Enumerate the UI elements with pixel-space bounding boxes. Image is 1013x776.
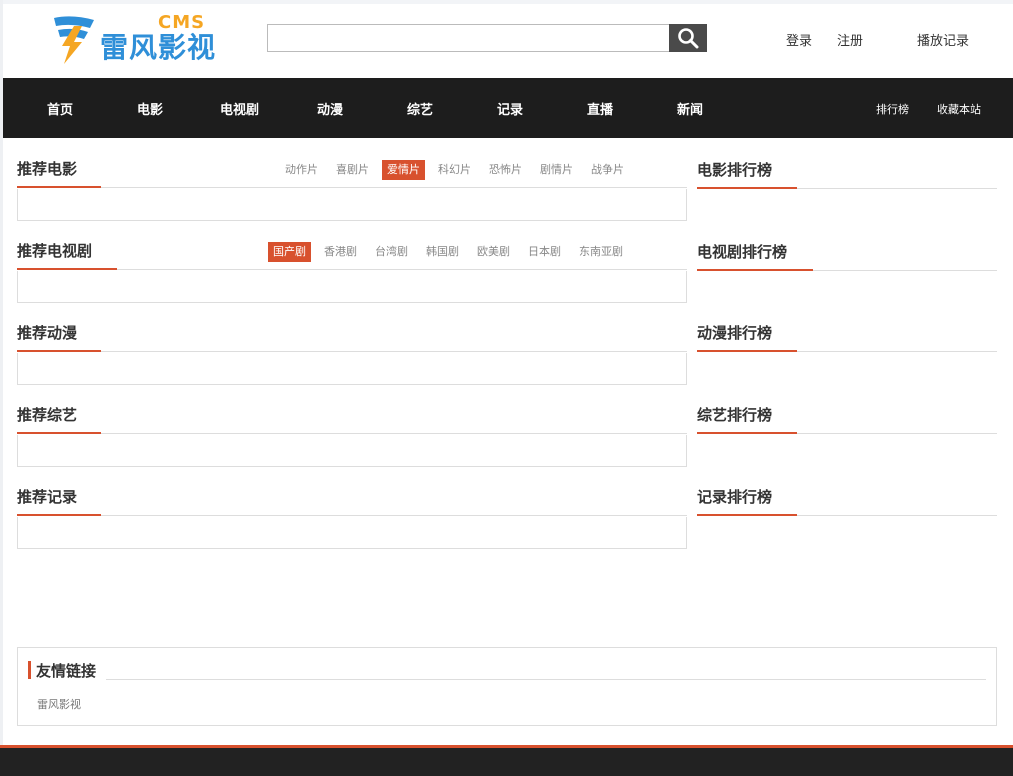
site-logo[interactable]: CMS 雷风影视 xyxy=(52,12,232,68)
friend-links-panel: 友情链接 雷风影视 xyxy=(17,647,997,726)
title-underline xyxy=(17,514,101,516)
footer xyxy=(0,745,1013,776)
tab-romance[interactable]: 爱情片 xyxy=(382,160,425,180)
section-title: 推荐动漫 xyxy=(17,324,78,342)
nav-item-home[interactable]: 首页 xyxy=(47,99,73,118)
play-history-link[interactable]: 播放记录 xyxy=(917,30,969,49)
logo-name-text: 雷风影视 xyxy=(100,31,217,64)
friend-link[interactable]: 雷风影视 xyxy=(37,696,81,712)
rank-title: 综艺排行榜 xyxy=(697,406,773,424)
lightning-logo-icon xyxy=(54,16,94,64)
tab-hongkong[interactable]: 香港剧 xyxy=(319,242,362,262)
nav-item-news[interactable]: 新闻 xyxy=(677,99,703,118)
nav-item-bookmark[interactable]: 收藏本站 xyxy=(937,101,981,117)
tab-scifi[interactable]: 科幻片 xyxy=(433,160,476,180)
nav-item-documentary[interactable]: 记录 xyxy=(497,99,523,118)
rank-title: 电影排行榜 xyxy=(697,161,773,179)
tab-action[interactable]: 动作片 xyxy=(280,160,323,180)
content-box xyxy=(17,353,687,385)
divider xyxy=(17,269,687,270)
content-box xyxy=(17,435,687,467)
title-underline xyxy=(697,350,797,352)
tab-korea[interactable]: 韩国剧 xyxy=(421,242,464,262)
divider xyxy=(17,433,687,434)
search-input[interactable] xyxy=(267,24,676,52)
tab-war[interactable]: 战争片 xyxy=(586,160,629,180)
nav-item-live[interactable]: 直播 xyxy=(587,99,613,118)
rank-title: 电视剧排行榜 xyxy=(697,243,788,261)
tab-drama[interactable]: 剧情片 xyxy=(535,160,578,180)
nav-item-variety[interactable]: 综艺 xyxy=(407,99,433,118)
title-underline xyxy=(697,432,797,434)
tab-domestic[interactable]: 国产剧 xyxy=(268,242,311,262)
divider xyxy=(17,187,687,188)
login-link[interactable]: 登录 xyxy=(786,30,812,49)
title-underline xyxy=(697,514,797,516)
content-box xyxy=(17,189,687,221)
rank-title: 记录排行榜 xyxy=(697,488,773,506)
section-title: 推荐电影 xyxy=(17,160,78,178)
search-icon xyxy=(678,28,699,49)
tab-western[interactable]: 欧美剧 xyxy=(472,242,515,262)
section-title: 推荐记录 xyxy=(17,488,78,506)
search-button[interactable] xyxy=(669,24,707,52)
tab-japan[interactable]: 日本剧 xyxy=(523,242,566,262)
nav-item-anime[interactable]: 动漫 xyxy=(317,99,343,118)
title-underline xyxy=(17,350,101,352)
title-underline xyxy=(697,187,797,189)
section-title: 推荐综艺 xyxy=(17,406,78,424)
content-box xyxy=(17,271,687,303)
main-nav: 首页 电影 电视剧 动漫 综艺 记录 直播 新闻 排行榜 收藏本站 xyxy=(3,78,1013,138)
content-box xyxy=(17,517,687,549)
title-accent-bar xyxy=(28,661,31,679)
search-bar xyxy=(267,24,707,52)
divider xyxy=(106,679,986,680)
title-underline xyxy=(17,432,101,434)
tab-southeast-asia[interactable]: 东南亚剧 xyxy=(574,242,628,262)
title-underline xyxy=(17,268,117,270)
tab-taiwan[interactable]: 台湾剧 xyxy=(370,242,413,262)
nav-item-tv[interactable]: 电视剧 xyxy=(220,99,259,118)
register-link[interactable]: 注册 xyxy=(837,30,863,49)
top-band xyxy=(0,0,1013,4)
title-underline xyxy=(17,186,101,188)
nav-item-movies[interactable]: 电影 xyxy=(137,99,163,118)
tab-comedy[interactable]: 喜剧片 xyxy=(331,160,374,180)
divider xyxy=(17,515,687,516)
title-underline xyxy=(697,269,813,271)
friend-links-title: 友情链接 xyxy=(36,662,97,680)
nav-item-rankings[interactable]: 排行榜 xyxy=(876,101,909,117)
tab-horror[interactable]: 恐怖片 xyxy=(484,160,527,180)
divider xyxy=(17,351,687,352)
rank-title: 动漫排行榜 xyxy=(697,324,773,342)
section-title: 推荐电视剧 xyxy=(17,242,93,260)
